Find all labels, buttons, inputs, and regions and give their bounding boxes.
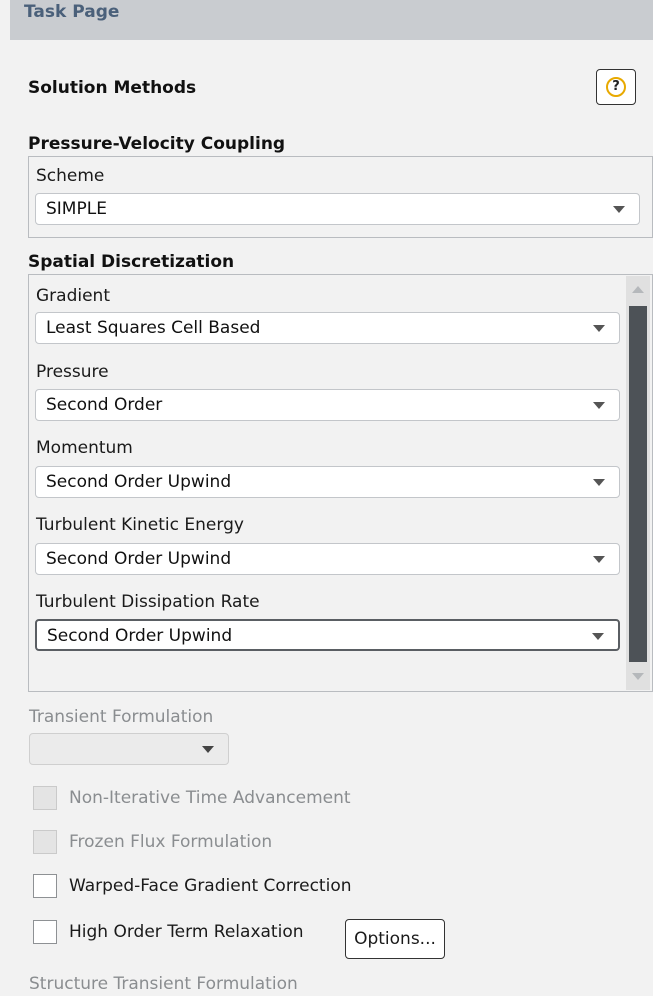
structure-transient-label: Structure Transient Formulation [29, 974, 298, 994]
high-order-relaxation-label: High Order Term Relaxation [69, 922, 304, 942]
scroll-up-arrow-icon[interactable] [632, 286, 644, 293]
gradient-dropdown[interactable]: Least Squares Cell Based [35, 312, 620, 344]
transient-label: Transient Formulation [29, 707, 214, 727]
chevron-down-icon [613, 206, 625, 213]
scheme-dropdown[interactable]: SIMPLE [35, 193, 640, 225]
non-iterative-checkbox[interactable] [33, 786, 57, 810]
chevron-down-icon [592, 633, 604, 640]
chevron-down-icon [593, 479, 605, 486]
panel-title: Solution Methods [28, 78, 197, 98]
help-icon: ? [606, 77, 626, 97]
chevron-down-icon [593, 402, 605, 409]
pressure-label: Pressure [36, 362, 109, 382]
warped-face-checkbox[interactable] [33, 874, 57, 898]
tke-dropdown[interactable]: Second Order Upwind [35, 543, 620, 575]
transient-dropdown[interactable] [29, 733, 229, 765]
gradient-value: Least Squares Cell Based [46, 318, 261, 338]
tke-label: Turbulent Kinetic Energy [36, 515, 244, 535]
warped-face-label: Warped-Face Gradient Correction [69, 876, 352, 896]
options-button[interactable]: Options... [345, 919, 445, 959]
high-order-relaxation-checkbox[interactable] [33, 920, 57, 944]
momentum-dropdown[interactable]: Second Order Upwind [35, 466, 620, 498]
chevron-down-icon [593, 325, 605, 332]
gradient-label: Gradient [36, 286, 110, 306]
pressure-value: Second Order [46, 395, 163, 415]
dissipation-label: Turbulent Dissipation Rate [36, 592, 260, 612]
scroll-down-arrow-icon[interactable] [632, 673, 644, 680]
spatial-scrollbar[interactable] [626, 276, 650, 690]
momentum-label: Momentum [36, 438, 133, 458]
spatial-group-title: Spatial Discretization [28, 252, 235, 272]
tke-value: Second Order Upwind [46, 549, 232, 569]
non-iterative-label: Non-Iterative Time Advancement [69, 788, 351, 808]
help-button[interactable]: ? [596, 69, 636, 105]
pressure-dropdown[interactable]: Second Order [35, 389, 620, 421]
frozen-flux-checkbox[interactable] [33, 830, 57, 854]
task-page-title: Task Page [24, 2, 120, 22]
scrollbar-thumb[interactable] [629, 306, 647, 662]
dissipation-dropdown[interactable]: Second Order Upwind [35, 619, 620, 651]
dissipation-value: Second Order Upwind [47, 626, 233, 646]
scheme-label: Scheme [36, 166, 105, 186]
chevron-down-icon [593, 556, 605, 563]
scheme-value: SIMPLE [46, 199, 107, 219]
chevron-down-icon [202, 746, 214, 753]
pressure-velocity-group-title: Pressure-Velocity Coupling [28, 134, 286, 154]
frozen-flux-label: Frozen Flux Formulation [69, 832, 273, 852]
momentum-value: Second Order Upwind [46, 472, 232, 492]
